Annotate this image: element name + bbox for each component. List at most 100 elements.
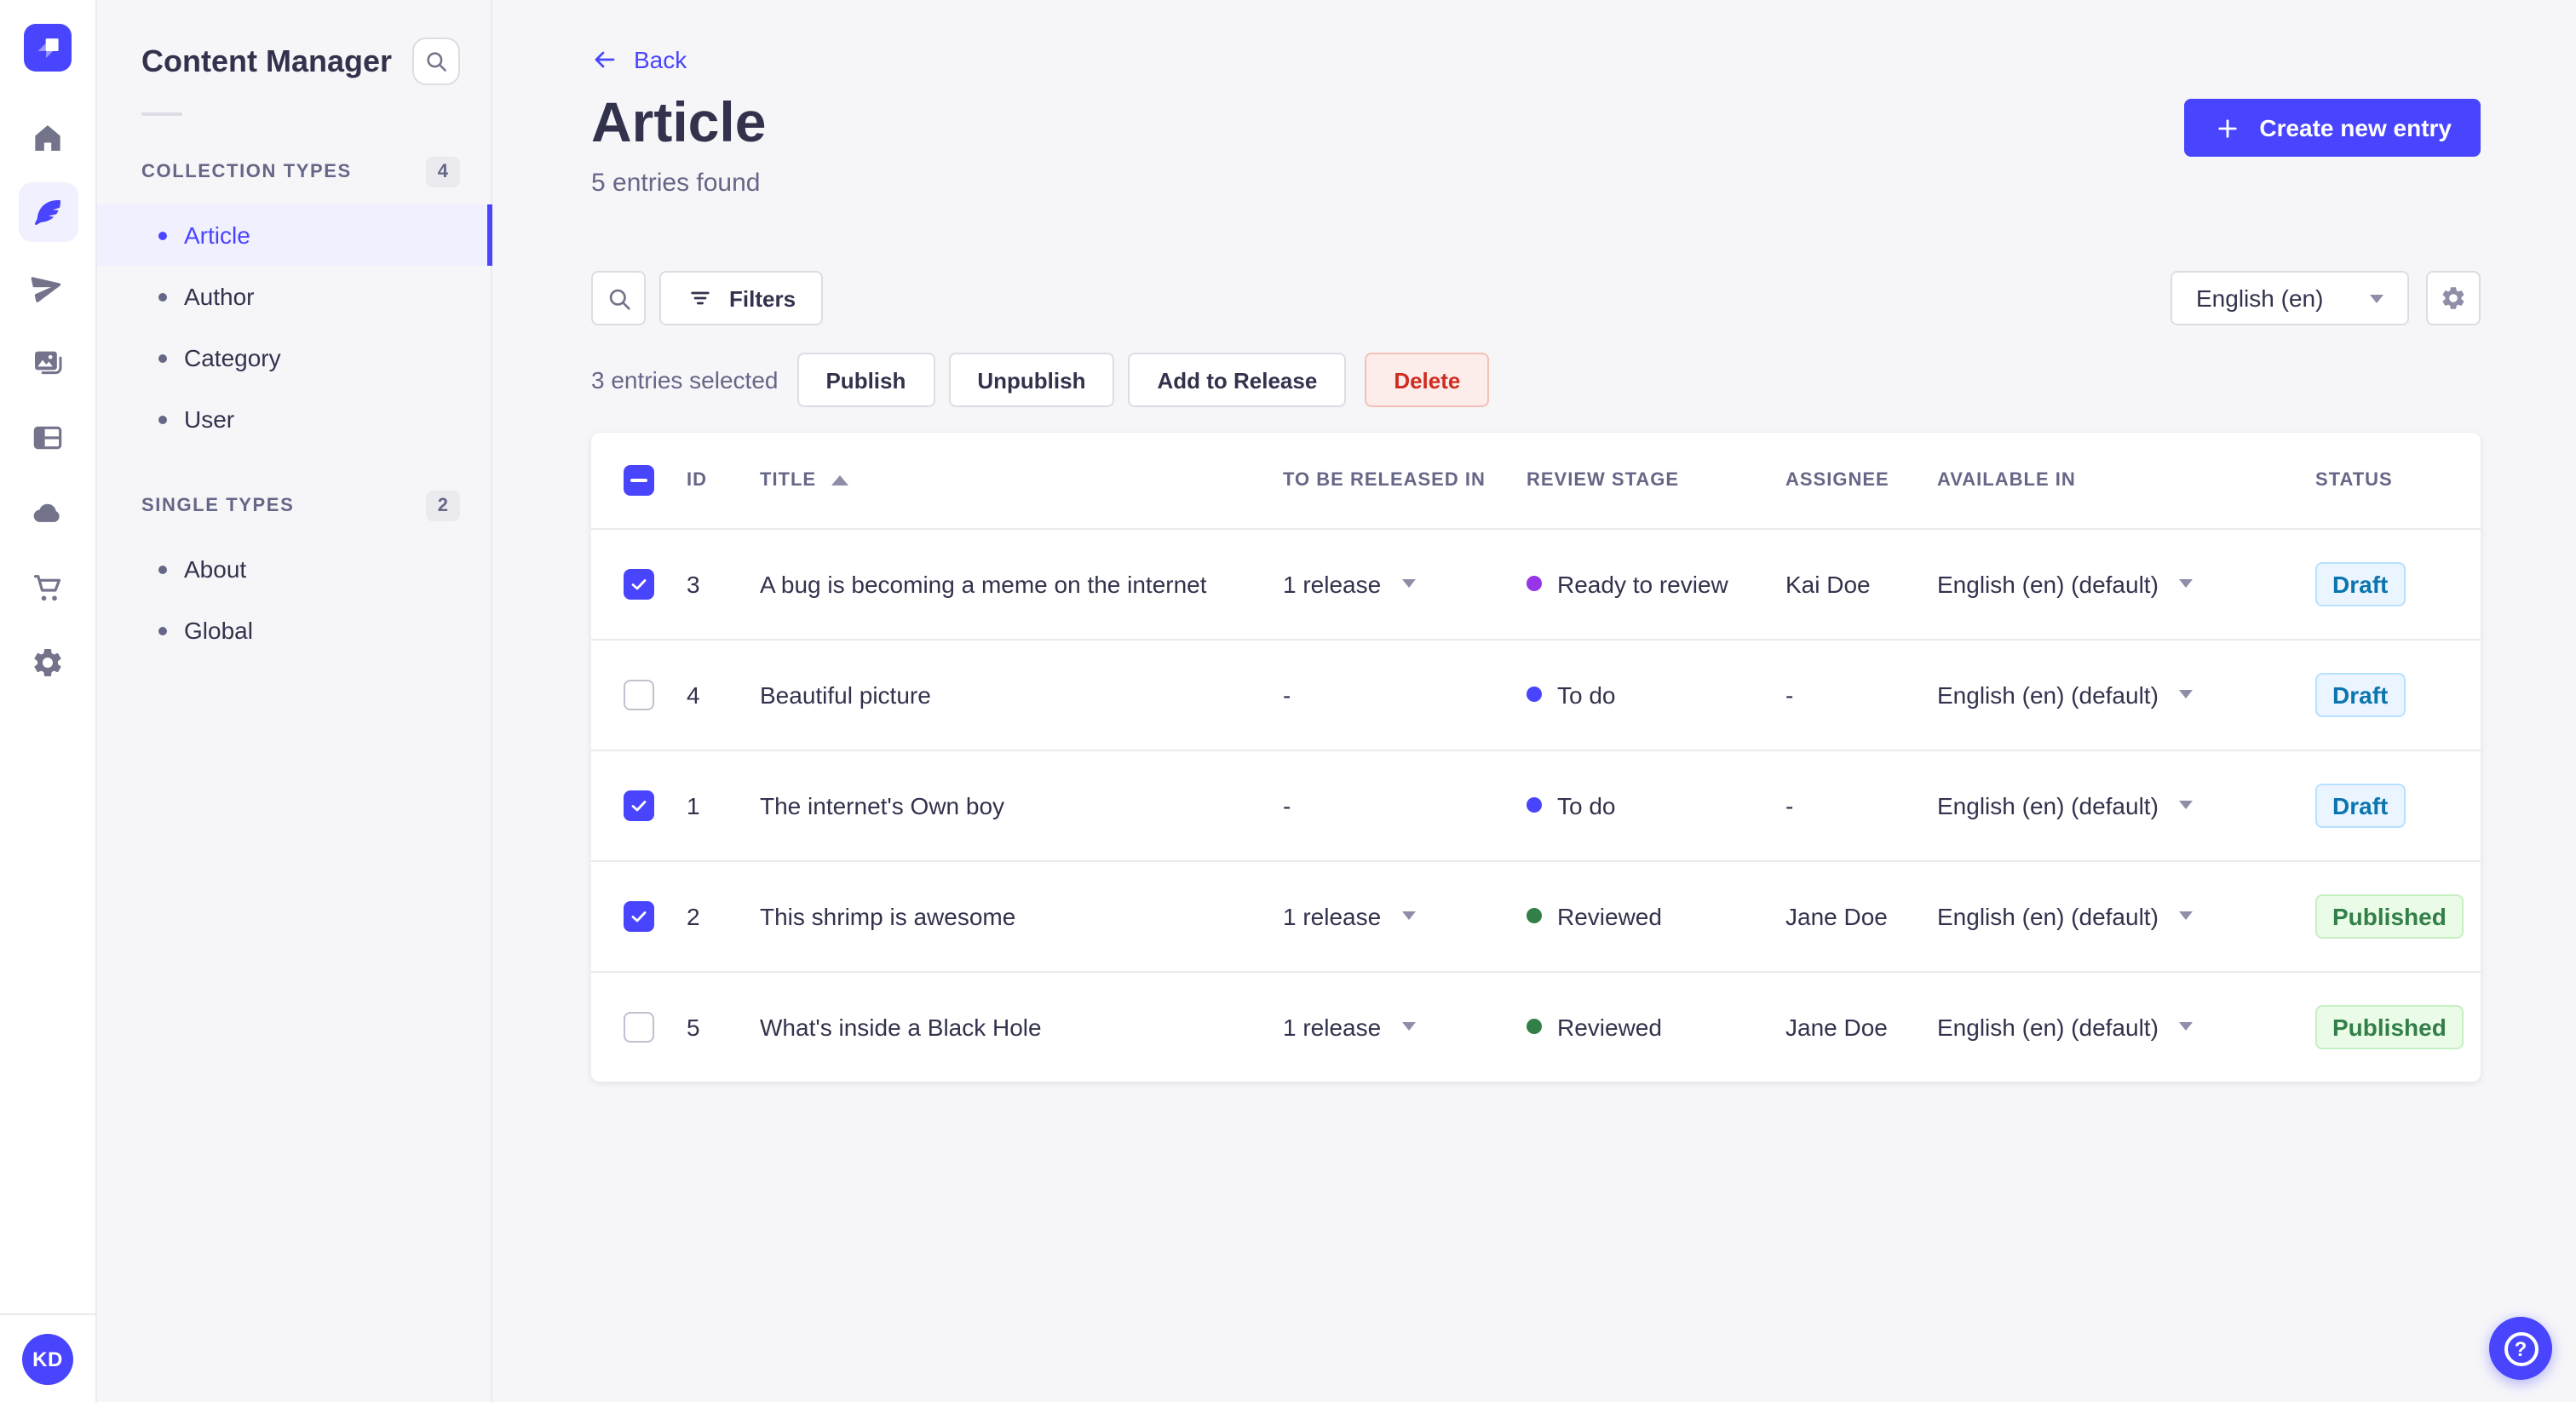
table-row[interactable]: 4 Beautiful picture - To do - English (e… (591, 638, 2481, 750)
cloud-icon (33, 503, 60, 521)
column-header-id[interactable]: ID (687, 433, 760, 529)
add-to-release-button[interactable]: Add to Release (1128, 353, 1347, 407)
cell-id: 4 (687, 638, 760, 750)
select-all-checkbox[interactable] (624, 464, 654, 496)
table-row[interactable]: 1 The internet's Own boy - To do - Engli… (591, 749, 2481, 860)
row-checkbox[interactable] (624, 900, 654, 931)
locale-dropdown[interactable]: English (en) (default) (1937, 1014, 2315, 1041)
stage-dot-icon (1527, 1019, 1542, 1035)
release-dropdown[interactable]: 1 release (1283, 902, 1527, 929)
cell-title: This shrimp is awesome (760, 859, 1283, 971)
sidebar-item-media-library[interactable] (18, 332, 78, 392)
cell-review-stage: To do (1527, 791, 1785, 819)
subnav-item-label: Category (184, 344, 281, 371)
subnav-item-user[interactable]: User (97, 388, 491, 450)
media-library-icon (35, 350, 62, 374)
chevron-down-icon (2178, 579, 2193, 588)
table-row[interactable]: 5 What's inside a Black Hole 1 release R… (591, 970, 2481, 1082)
subnav-item-category[interactable]: Category (97, 327, 491, 388)
help-button[interactable]: ? (2489, 1317, 2552, 1380)
cell-assignee: Jane Doe (1785, 970, 1937, 1082)
cell-id: 2 (687, 859, 760, 971)
sort-ascending-icon (831, 474, 849, 486)
check-icon (631, 911, 647, 922)
search-button[interactable] (591, 271, 646, 325)
chevron-down-icon (1401, 911, 1416, 920)
row-checkbox[interactable] (624, 1011, 654, 1043)
shopping-cart-icon (33, 574, 61, 600)
page-title: Article (591, 90, 767, 153)
release-dropdown[interactable]: 1 release (1283, 570, 1527, 597)
sidebar-item-settings[interactable] (18, 632, 78, 692)
cell-released: - (1283, 638, 1527, 750)
column-header-status[interactable]: STATUS (2315, 433, 2481, 529)
sidebar-item-marketplace[interactable] (18, 557, 78, 617)
filter-toolbar: Filters English (en) (591, 271, 2481, 325)
sidebar-item-cloud[interactable] (18, 482, 78, 542)
delete-button[interactable]: Delete (1365, 353, 1490, 407)
row-checkbox[interactable] (624, 790, 654, 820)
table-header-row: ID TITLE TO BE RELEASED IN REVIEW STAGE … (591, 433, 2481, 529)
cell-assignee: Jane Doe (1785, 859, 1937, 971)
cell-title: What's inside a Black Hole (760, 970, 1283, 1082)
filter-icon (691, 291, 710, 305)
back-link[interactable]: Back (591, 46, 687, 73)
view-settings-button[interactable] (2426, 271, 2481, 325)
cell-title: A bug is becoming a meme on the internet (760, 570, 1207, 597)
subnav-item-about[interactable]: About (97, 538, 491, 600)
row-checkbox[interactable] (624, 568, 654, 599)
bullet-icon (158, 415, 167, 423)
sidebar-item-home[interactable] (18, 107, 78, 167)
layout-icon (33, 425, 62, 449)
locale-dropdown[interactable]: English (en) (default) (1937, 570, 2315, 597)
locale-dropdown[interactable]: English (en) (default) (1937, 791, 2315, 819)
selection-toolbar: 3 entries selected Publish Unpublish Add… (591, 353, 1490, 407)
bullet-icon (158, 353, 167, 362)
chevron-down-icon (2178, 911, 2193, 920)
cell-id: 5 (687, 970, 760, 1082)
subnav-item-author[interactable]: Author (97, 266, 491, 327)
locale-select[interactable]: English (en) (2171, 271, 2409, 325)
table-row[interactable]: 2 This shrimp is awesome 1 release Revie… (591, 859, 2481, 971)
paper-plane-icon (31, 276, 61, 302)
publish-button[interactable]: Publish (796, 353, 935, 407)
status-badge: Draft (2315, 783, 2406, 827)
sidebar-item-content-type-builder[interactable] (18, 407, 78, 467)
avatar[interactable]: KD (22, 1333, 73, 1384)
help-icon: ? (2504, 1331, 2538, 1365)
locale-dropdown[interactable]: English (en) (default) (1937, 681, 2315, 708)
table-row[interactable]: 3 A bug is becoming a meme on the intern… (591, 528, 2481, 639)
column-header-available-in[interactable]: AVAILABLE IN (1937, 433, 2315, 529)
column-header-assignee[interactable]: ASSIGNEE (1785, 433, 1937, 529)
gear-icon (34, 648, 61, 675)
row-checkbox[interactable] (624, 679, 654, 710)
collection-types-count: 4 (425, 157, 460, 187)
cell-review-stage: To do (1527, 681, 1785, 708)
cell-assignee: - (1785, 638, 1937, 750)
column-header-review-stage[interactable]: REVIEW STAGE (1527, 433, 1785, 529)
subnav-search-button[interactable] (412, 37, 460, 85)
create-new-entry-button[interactable]: Create new entry (2184, 99, 2481, 157)
filters-button[interactable]: Filters (659, 271, 824, 325)
subnav-item-global[interactable]: Global (97, 600, 491, 661)
indeterminate-dash-icon (630, 478, 647, 482)
column-header-title[interactable]: TITLE (760, 433, 1283, 529)
release-dropdown[interactable]: 1 release (1283, 1014, 1527, 1041)
bullet-icon (158, 626, 167, 635)
cell-id: 3 (687, 570, 700, 597)
locale-dropdown[interactable]: English (en) (default) (1937, 902, 2315, 929)
bullet-icon (158, 565, 167, 573)
column-header-released[interactable]: TO BE RELEASED IN (1283, 433, 1527, 529)
sidebar-item-content-manager[interactable] (18, 182, 78, 242)
strapi-logo[interactable] (24, 24, 72, 72)
unpublish-button[interactable]: Unpublish (948, 353, 1115, 407)
subnav-item-article[interactable]: Article (97, 204, 492, 266)
cell-review-stage: Reviewed (1527, 902, 1785, 929)
locale-value: English (en) (2196, 284, 2324, 312)
search-icon (427, 52, 446, 72)
status-badge: Draft (2315, 672, 2406, 716)
sidebar-item-releases[interactable] (18, 257, 78, 317)
collection-types-label: COLLECTION TYPES (141, 162, 352, 182)
bullet-icon (158, 231, 167, 239)
subnav-item-label: Author (184, 283, 255, 310)
